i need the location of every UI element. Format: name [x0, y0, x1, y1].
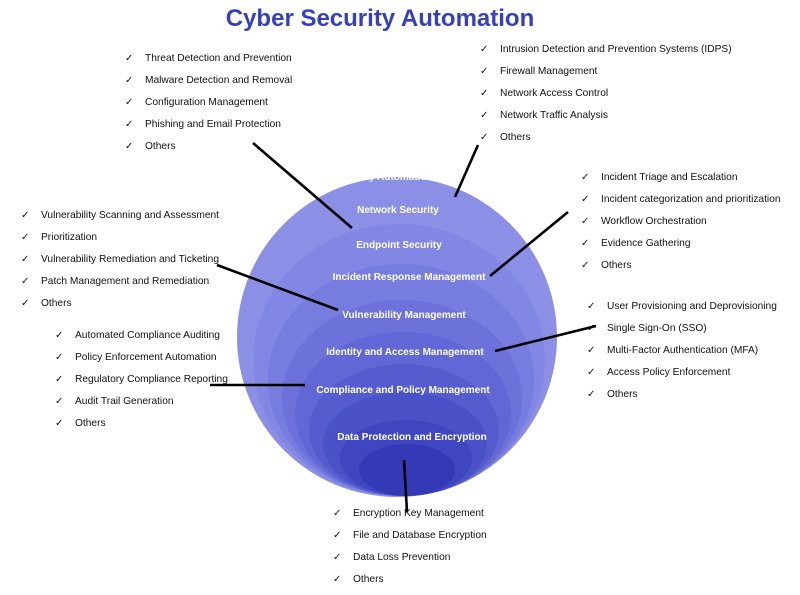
- endpoint-security-list: ✓ Threat Detection and Prevention ✓ Malwar…: [125, 52, 292, 162]
- check-icon: ✓: [587, 389, 596, 400]
- check-icon: ✓: [55, 374, 64, 385]
- check-icon: ✓: [581, 238, 590, 249]
- check-icon: ✓: [125, 53, 134, 64]
- list-item: ✓ Others: [480, 132, 531, 143]
- check-icon: ✓: [480, 110, 489, 121]
- list-item: ✓ Threat Detection and Prevention: [125, 53, 292, 64]
- layer-data-protection-and-encryption: Data Protection and Encryption: [337, 432, 487, 443]
- list-item: ✓ Patch Management and Remediation: [21, 276, 210, 287]
- list-item: ✓ Configuration Management: [125, 97, 268, 108]
- list-item: ✓ Incident Triage and Escalation: [581, 172, 738, 183]
- list-item: ✓ Data Loss Prevention: [333, 552, 451, 563]
- check-icon: ✓: [581, 216, 590, 227]
- list-item: ✓ Firewall Management: [480, 66, 598, 77]
- list-item: ✓ Multi-Factor Authentication (MFA): [587, 345, 759, 356]
- check-icon: ✓: [581, 260, 590, 271]
- network-security-list: ✓ Intrusion Detection and Prevention Syst…: [480, 43, 732, 153]
- check-icon: ✓: [587, 367, 596, 378]
- list-item: ✓ Incident categorization and prioritizat…: [581, 194, 781, 205]
- check-icon: ✓: [333, 508, 342, 519]
- list-item: ✓ Network Traffic Analysis: [480, 110, 608, 121]
- list-item: ✓ File and Database Encryption: [333, 530, 487, 541]
- list-item: ✓ User Provisioning and Deprovisioning: [587, 301, 777, 312]
- data-protection-list: ✓ Encryption Key Management ✓ File and Dat…: [333, 507, 487, 595]
- check-icon: ✓: [21, 232, 30, 243]
- list-item: ✓ Intrusion Detection and Prevention Syst…: [480, 44, 732, 55]
- list-item: ✓ Others: [125, 141, 176, 152]
- check-icon: ✓: [587, 301, 596, 312]
- check-icon: ✓: [21, 298, 30, 309]
- list-item: ✓ Others: [333, 574, 384, 585]
- check-icon: ✓: [581, 172, 590, 183]
- list-item: ✓ Phishing and Email Protection: [125, 119, 281, 130]
- list-item: ✓ Workflow Orchestration: [581, 216, 707, 227]
- list-item: ✓ Network Access Control: [480, 88, 609, 99]
- sphere-core: [359, 444, 455, 496]
- list-item: ✓ Policy Enforcement Automation: [55, 352, 217, 363]
- check-icon: ✓: [480, 132, 489, 143]
- check-icon: ✓: [587, 323, 596, 334]
- layer-incident-response-management: Incident Response Management: [332, 272, 486, 283]
- check-icon: ✓: [480, 88, 489, 99]
- list-item: ✓ Vulnerability Remediation and Ticketing: [21, 254, 220, 265]
- check-icon: ✓: [21, 254, 30, 265]
- check-icon: ✓: [125, 97, 134, 108]
- layer-security-automation: Security Automation: [335, 172, 433, 183]
- list-item: ✓ Malware Detection and Removal: [125, 75, 293, 86]
- list-item: ✓ Prioritization: [21, 232, 98, 243]
- check-icon: ✓: [480, 66, 489, 77]
- check-icon: ✓: [125, 119, 134, 130]
- check-icon: ✓: [55, 418, 64, 429]
- list-item: ✓ Access Policy Enforcement: [587, 367, 731, 378]
- list-item: ✓ Encryption Key Management: [333, 508, 484, 519]
- check-icon: ✓: [125, 141, 134, 152]
- identity-access-list: ✓ User Provisioning and Deprovisioning ✓ S…: [587, 300, 777, 410]
- layer-compliance-and-policy-management: Compliance and Policy Management: [316, 385, 490, 396]
- list-item: ✓ Vulnerability Scanning and Assessment: [21, 210, 220, 221]
- list-item: ✓ Regulatory Compliance Reporting: [55, 374, 228, 385]
- list-item: ✓ Single Sign-On (SSO): [587, 323, 707, 334]
- check-icon: ✓: [480, 44, 489, 55]
- check-icon: ✓: [333, 574, 342, 585]
- list-item: ✓ Others: [21, 298, 72, 309]
- connector-network: [453, 144, 480, 198]
- layer-network-security: Network Security: [357, 205, 439, 216]
- check-icon: ✓: [21, 210, 30, 221]
- list-item: ✓ Automated Compliance Auditing: [55, 330, 220, 341]
- check-icon: ✓: [55, 330, 64, 341]
- incident-response-list: ✓ Incident Triage and Escalation ✓ Inciden…: [581, 171, 781, 281]
- check-icon: ✓: [333, 552, 342, 563]
- check-icon: ✓: [21, 276, 30, 287]
- check-icon: ✓: [125, 75, 134, 86]
- list-item: ✓ Others: [587, 389, 638, 400]
- check-icon: ✓: [333, 530, 342, 541]
- layer-endpoint-security: Endpoint Security: [356, 240, 442, 251]
- list-item: ✓ Others: [55, 418, 106, 429]
- list-item: ✓ Others: [581, 260, 632, 271]
- list-item: ✓ Evidence Gathering: [581, 238, 691, 249]
- check-icon: ✓: [55, 396, 64, 407]
- vulnerability-management-list: ✓ Vulnerability Scanning and Assessment ✓…: [21, 209, 219, 319]
- check-icon: ✓: [581, 194, 590, 205]
- list-item: ✓ Audit Trail Generation: [55, 396, 174, 407]
- compliance-policy-list: ✓ Automated Compliance Auditing ✓ Policy E…: [55, 329, 228, 439]
- layer-identity-and-access-management: Identity and Access Management: [326, 347, 484, 358]
- layer-vulnerability-management: Vulnerability Management: [342, 310, 466, 321]
- check-icon: ✓: [587, 345, 596, 356]
- check-icon: ✓: [55, 352, 64, 363]
